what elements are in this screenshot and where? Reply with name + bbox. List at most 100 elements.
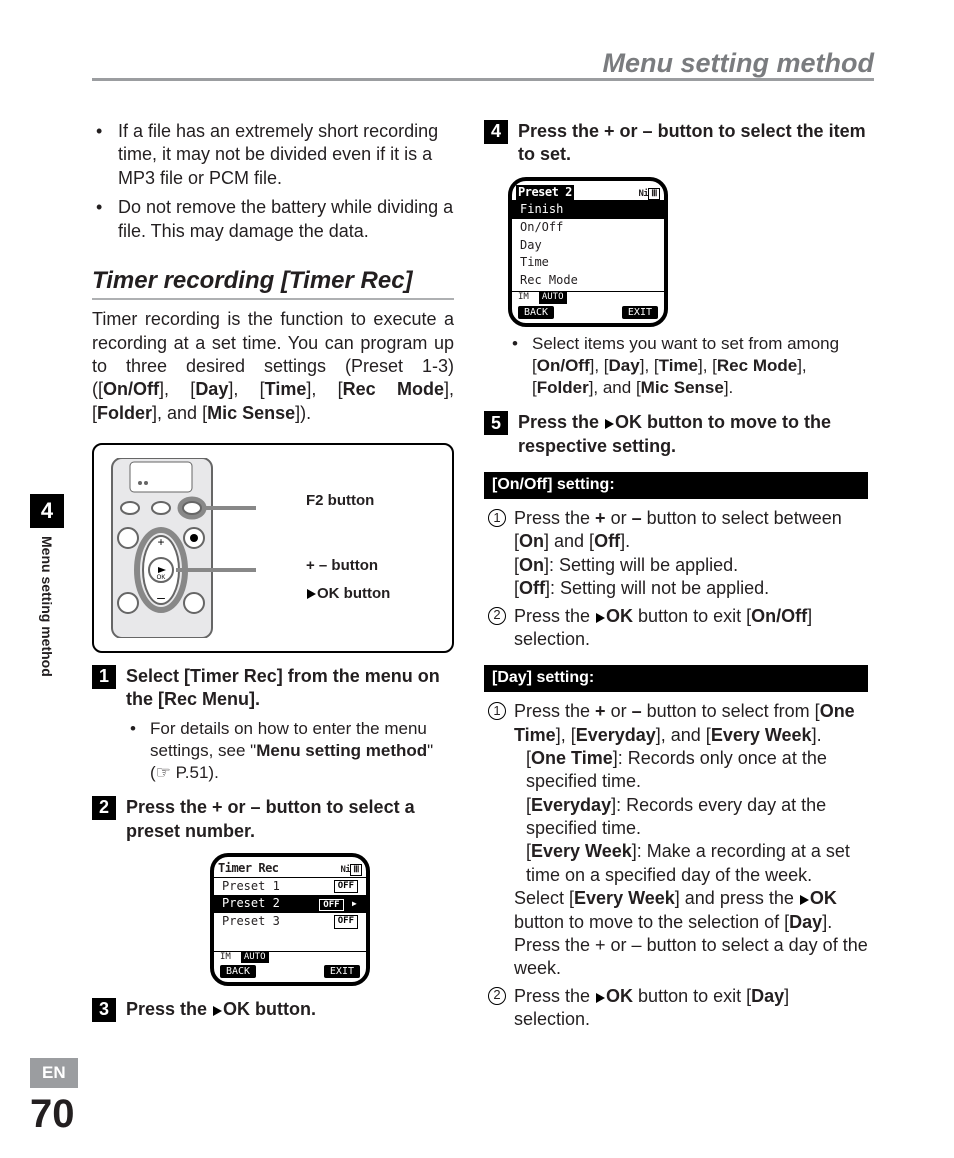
text: IM	[518, 292, 529, 304]
play-icon	[307, 589, 316, 599]
text: Select [	[126, 666, 190, 686]
notes-list: If a file has an extremely short recordi…	[92, 120, 454, 243]
text: Folder	[97, 403, 152, 423]
off-badge: OFF	[319, 899, 343, 911]
play-icon	[596, 993, 605, 1003]
text: ].	[812, 725, 822, 745]
circle-number: 1	[488, 509, 506, 527]
text: Press the	[514, 986, 595, 1006]
text: Press the	[518, 412, 604, 432]
text: Ni	[340, 865, 350, 875]
text: ].	[620, 531, 630, 551]
step-4-notes: Select items you want to set from among …	[484, 333, 868, 399]
day-list: 1 Press the + or – button to select from…	[484, 700, 868, 1031]
text: ], and [	[589, 378, 641, 397]
lcd-row: Day	[512, 237, 664, 255]
note-item: Do not remove the battery while dividing…	[118, 196, 454, 243]
step-5: 5 Press the OK button to move to the res…	[484, 411, 868, 458]
softkey-exit: EXIT	[622, 306, 658, 319]
text: On	[519, 531, 544, 551]
lcd-title: Preset 2	[516, 185, 574, 201]
lcd-row: Rec Mode	[512, 272, 664, 290]
side-tab: 4 Menu setting method	[30, 494, 64, 677]
text: button to exit [	[633, 606, 751, 626]
text: ], [	[698, 356, 717, 375]
text: On/Off	[103, 379, 159, 399]
section-title: Timer recording [Timer Rec]	[92, 265, 454, 300]
softkey-back: BACK	[518, 306, 554, 319]
text: [One Time]: Records only once at the spe…	[514, 747, 868, 794]
text: On/Off	[537, 356, 590, 375]
play-icon	[596, 613, 605, 623]
text: ], and [	[152, 403, 207, 423]
lcd-row-selected: Preset 2	[222, 896, 280, 912]
note-item: If a file has an extremely short recordi…	[118, 120, 454, 190]
lcd-row-selected: Finish	[512, 201, 664, 219]
text: ] and press the	[675, 888, 799, 908]
text: OK	[606, 606, 633, 626]
text: Press the	[126, 999, 212, 1019]
step-3: 3 Press the OK button.	[92, 998, 454, 1022]
svg-text:–: –	[157, 589, 165, 605]
svg-text:+: +	[157, 535, 164, 549]
text: ]: Setting will be applied.	[544, 555, 738, 575]
text: Day	[195, 379, 228, 399]
note-item: Select items you want to set from among …	[532, 333, 868, 399]
text: [Everyday]: Records every day at the spe…	[514, 794, 868, 841]
plusminus-label: + – button	[306, 552, 390, 581]
step-4: 4 Press the + or – button to select the …	[484, 120, 868, 167]
text: Select [	[514, 888, 574, 908]
step-number: 5	[484, 411, 508, 435]
list-item: 1 Press the + or – button to select from…	[488, 700, 868, 981]
step-number: 3	[92, 998, 116, 1022]
text: AUTO	[241, 952, 269, 964]
text: ], [	[590, 356, 609, 375]
list-item: 2 Press the OK button to exit [Day] sele…	[488, 985, 868, 1032]
softkey-exit: EXIT	[324, 965, 360, 978]
text: Day	[751, 986, 784, 1006]
text: Day	[789, 912, 822, 932]
step-2: 2 Press the + or – button to select a pr…	[92, 796, 454, 843]
text: ], [	[556, 725, 576, 745]
text: Rec Mode	[717, 356, 797, 375]
step-number: 1	[92, 665, 116, 689]
lcd-row: Preset 1	[222, 879, 280, 895]
play-icon	[800, 895, 809, 905]
text: +	[595, 508, 606, 528]
text: ].	[724, 378, 733, 397]
text: On/Off	[751, 606, 807, 626]
text: Press the	[514, 701, 595, 721]
text: Press the	[514, 508, 595, 528]
step-heading: Press the OK button.	[126, 998, 454, 1021]
battery-icon: Ⅲ	[350, 864, 362, 876]
text: Everyday	[576, 725, 656, 745]
text: Time	[659, 356, 698, 375]
text: or	[606, 508, 632, 528]
text: ], [	[306, 379, 342, 399]
text: button to exit [	[633, 986, 751, 1006]
step-notes: For details on how to enter the menu set…	[126, 718, 454, 784]
text: IM	[220, 952, 231, 964]
text: Time	[265, 379, 307, 399]
step-number: 4	[484, 120, 508, 144]
text: ], [	[228, 379, 264, 399]
step-heading: Select [Timer Rec] from the menu on the …	[126, 665, 454, 712]
left-column: If a file has an extremely short recordi…	[92, 120, 454, 1036]
lcd-screen-preset: Preset 2NiⅢ Finish On/Off Day Time Rec M…	[508, 177, 668, 327]
chapter-number: 4	[30, 494, 64, 528]
list-item: 1 Press the + or – button to select betw…	[488, 507, 868, 601]
text: Menu setting method	[256, 741, 427, 760]
text: Day	[609, 356, 640, 375]
text: +	[595, 701, 606, 721]
text: button to move to the selection of [	[514, 912, 789, 932]
text: ]: Setting will not be applied.	[545, 578, 769, 598]
play-icon	[213, 1006, 222, 1016]
chapter-label: Menu setting method	[38, 536, 56, 677]
onoff-list: 1 Press the + or – button to select betw…	[484, 507, 868, 651]
text: Timer Rec	[190, 666, 277, 686]
battery-icon: Ⅲ	[648, 188, 660, 200]
off-badge: OFF	[334, 915, 358, 929]
lcd-title: Timer Rec	[218, 861, 279, 877]
text: Ni	[638, 189, 648, 199]
text: OK	[810, 888, 837, 908]
